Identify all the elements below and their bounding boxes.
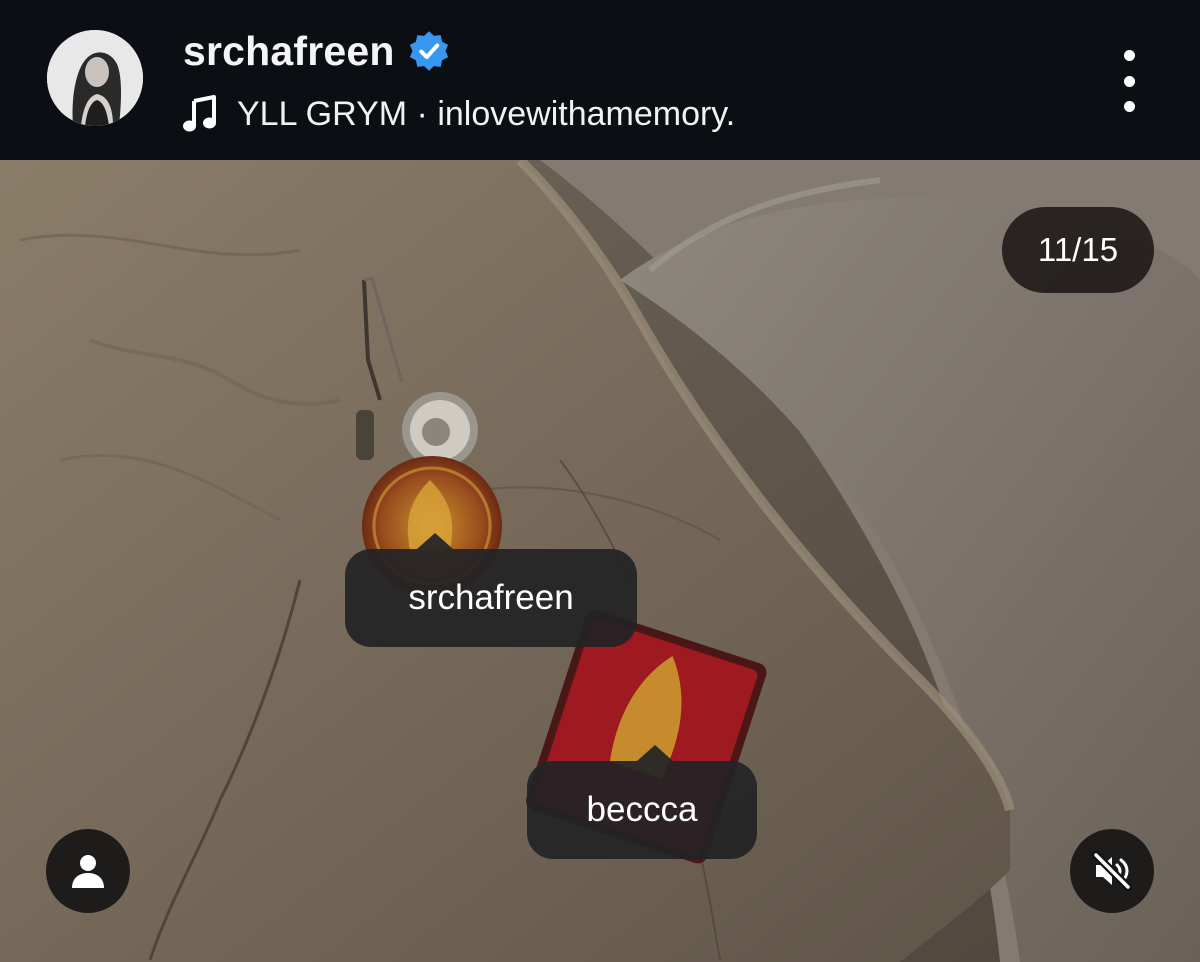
user-tag[interactable]: srchafreen xyxy=(345,533,637,647)
audio-separator: · xyxy=(416,94,428,133)
speaker-muted-icon xyxy=(1092,851,1132,891)
username[interactable]: srchafreen xyxy=(183,28,395,75)
more-vertical-icon xyxy=(1123,50,1135,61)
verified-badge-icon xyxy=(409,31,448,71)
music-note-icon xyxy=(183,95,216,132)
audio-artist: YLL GRYM xyxy=(237,94,408,133)
show-tags-button[interactable] xyxy=(46,829,130,913)
mute-toggle-button[interactable] xyxy=(1070,829,1154,913)
post-header: srchafreen YLL GRYM · inlovewithamemory. xyxy=(0,0,1200,160)
person-icon xyxy=(72,855,104,888)
profile-avatar[interactable] xyxy=(47,30,143,126)
username-row: srchafreen xyxy=(183,24,451,78)
post-media[interactable]: 11/15 srchafreen beccca xyxy=(0,160,1200,962)
carousel-counter: 11/15 xyxy=(1002,207,1154,293)
audio-attribution[interactable]: YLL GRYM · inlovewithamemory. xyxy=(183,90,735,138)
more-options-button[interactable] xyxy=(1108,50,1150,112)
audio-track: inlovewithamemory. xyxy=(437,94,736,133)
user-tag[interactable]: beccca xyxy=(527,745,757,859)
